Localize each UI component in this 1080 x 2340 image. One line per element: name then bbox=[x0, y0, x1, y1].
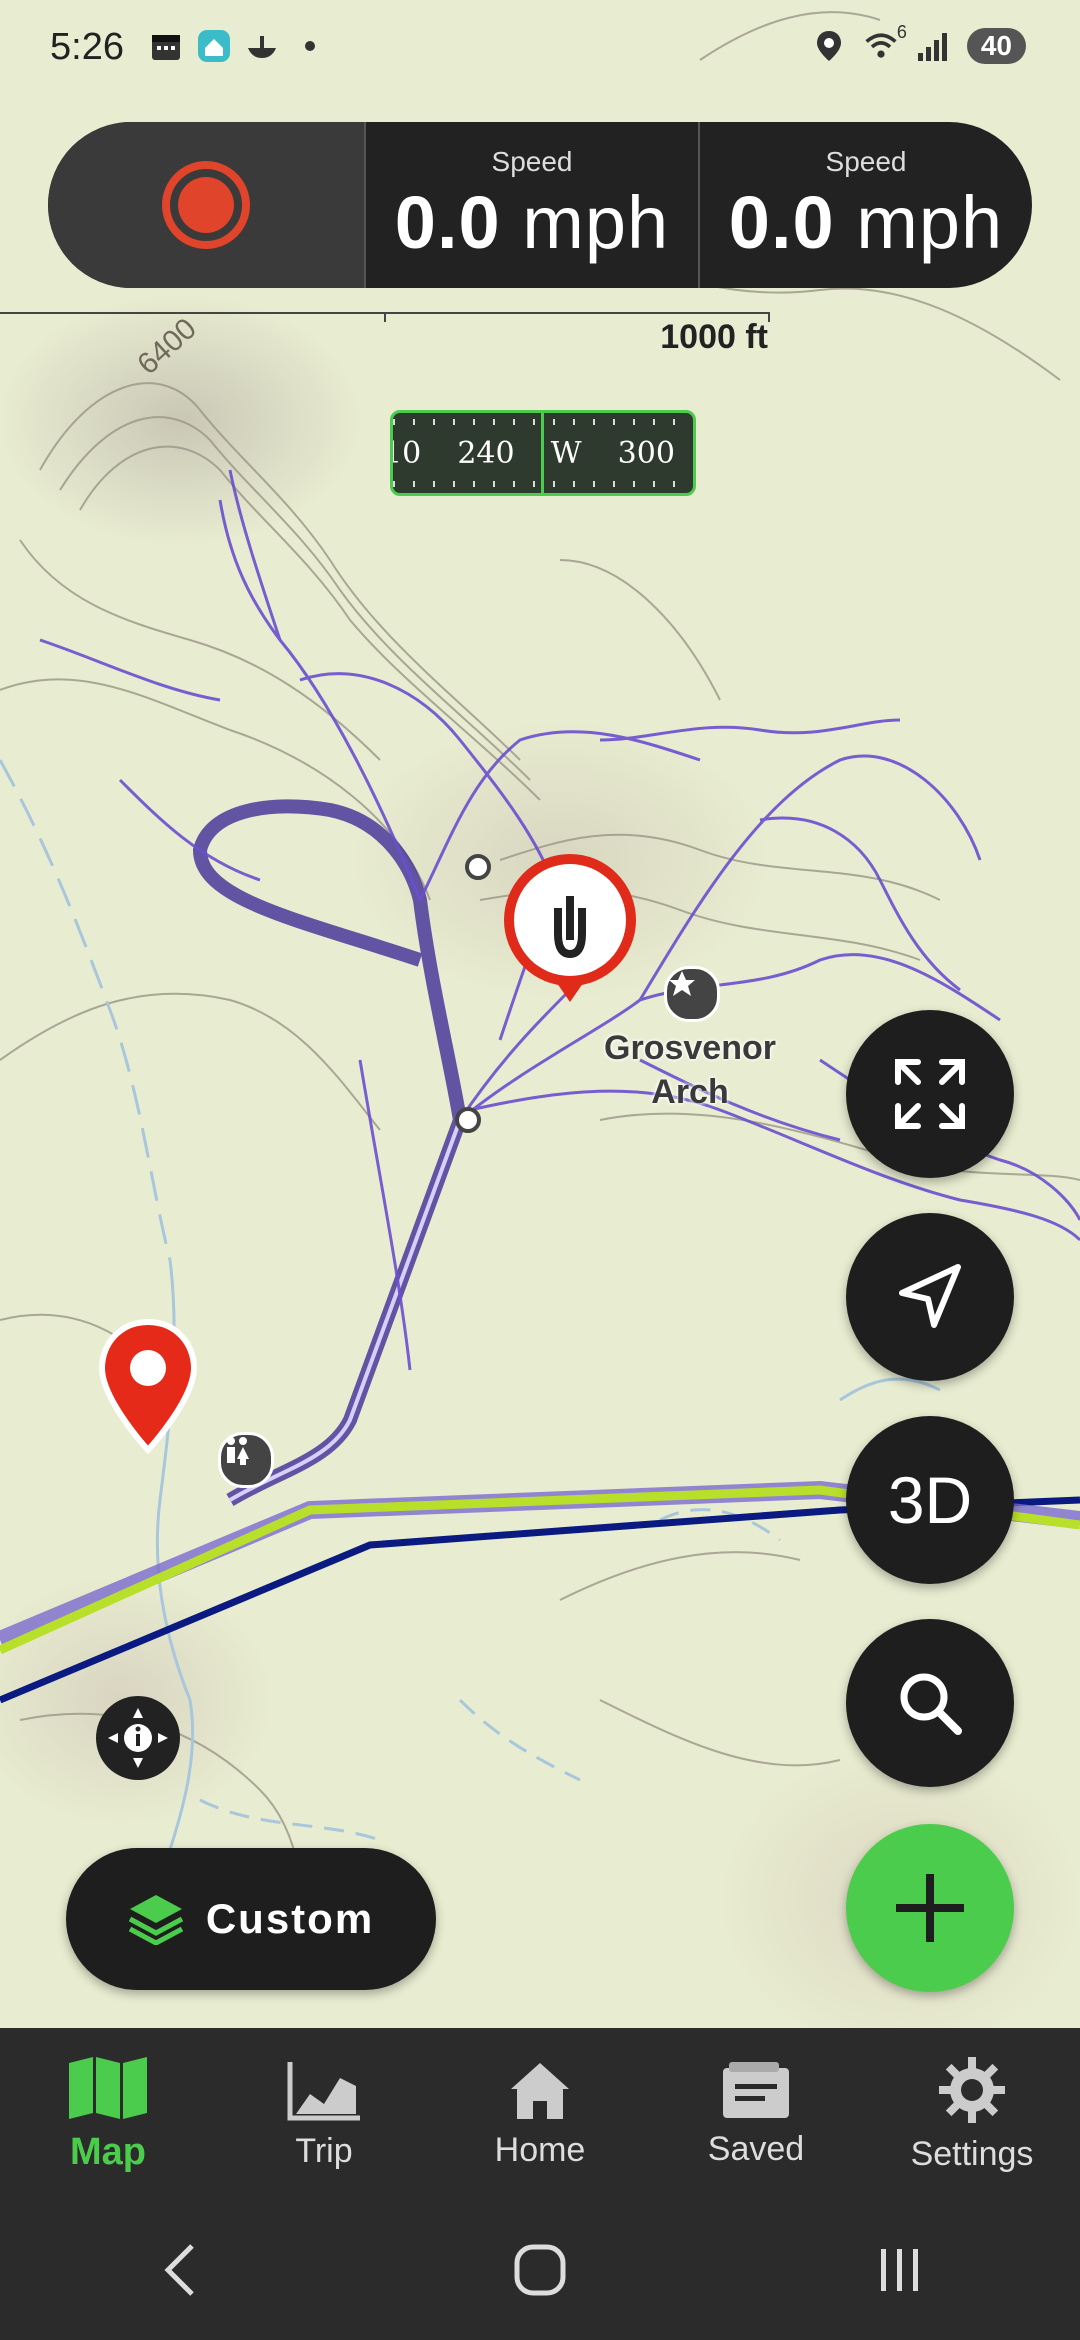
speed-gauge-left[interactable]: Speed 0.0 mph bbox=[364, 122, 698, 288]
dot-icon bbox=[292, 28, 328, 64]
speed-gauge-right[interactable]: Speed 0.0 mph bbox=[698, 122, 1032, 288]
gear-icon bbox=[939, 2056, 1005, 2123]
compass-center-line bbox=[541, 413, 544, 493]
speed-value: 0.0 mph bbox=[395, 180, 669, 265]
dropped-pin-marker[interactable] bbox=[98, 1318, 198, 1458]
bottom-navigation: Map Trip Home Saved Settings bbox=[0, 2028, 1080, 2200]
home-app-icon bbox=[196, 28, 232, 64]
speed-number: 0.0 bbox=[728, 180, 835, 264]
nav-item-saved[interactable]: Saved bbox=[648, 2028, 864, 2200]
nav-label: Settings bbox=[910, 2134, 1034, 2173]
nav-label: Map bbox=[70, 2130, 146, 2173]
track-waypoint-dot[interactable] bbox=[455, 1107, 481, 1133]
speed-unit: mph bbox=[856, 180, 1004, 264]
scale-bar: 1000 ft bbox=[0, 312, 772, 356]
speed-panel: Speed 0.0 mph Speed 0.0 mph bbox=[48, 122, 1032, 288]
home-icon bbox=[511, 2062, 569, 2119]
nav-item-settings[interactable]: Settings bbox=[864, 2028, 1080, 2200]
trailhead-pin-icon bbox=[504, 854, 636, 1002]
restroom-marker[interactable] bbox=[218, 1432, 274, 1488]
search-icon bbox=[900, 1673, 962, 1735]
restroom-icon bbox=[227, 1437, 249, 1465]
system-navigation-bar bbox=[0, 2200, 1080, 2340]
boat-icon bbox=[244, 28, 280, 64]
plus-icon bbox=[896, 1874, 964, 1942]
landmark-star-marker[interactable] bbox=[664, 966, 720, 1022]
scale-tick bbox=[384, 312, 386, 322]
navigation-arrow-icon bbox=[899, 1264, 961, 1328]
compass-heading-label: 240 bbox=[457, 435, 515, 471]
compass-heading-strip[interactable]: 10 240 W 300 bbox=[390, 410, 696, 496]
signal-icon bbox=[915, 28, 951, 64]
chart-icon bbox=[287, 2061, 360, 2120]
nav-label: Home bbox=[494, 2130, 586, 2169]
calendar-icon bbox=[148, 28, 184, 64]
nav-item-home[interactable]: Home bbox=[432, 2028, 648, 2200]
system-icons: 6 40 bbox=[811, 22, 1026, 64]
speed-label: Speed bbox=[491, 145, 573, 177]
poi-marker-trailhead[interactable] bbox=[498, 852, 642, 1020]
record-button[interactable] bbox=[48, 122, 364, 288]
star-icon bbox=[669, 971, 695, 996]
map-icon bbox=[69, 2056, 147, 2119]
layers-icon bbox=[128, 1895, 184, 1945]
navigate-button[interactable] bbox=[846, 1213, 1014, 1381]
poi-label-grosvenor-arch[interactable]: Grosvenor Arch bbox=[580, 1026, 800, 1114]
speed-number: 0.0 bbox=[394, 180, 501, 264]
location-icon bbox=[811, 28, 847, 64]
speed-unit: mph bbox=[522, 180, 670, 264]
map-pin-icon bbox=[98, 1318, 198, 1455]
nav-item-map[interactable]: Map bbox=[0, 2028, 216, 2200]
search-button[interactable] bbox=[846, 1619, 1014, 1787]
compass-heading-label: W bbox=[550, 435, 582, 471]
back-icon bbox=[164, 2244, 194, 2296]
speed-label: Speed bbox=[825, 145, 907, 177]
scale-label: 1000 ft bbox=[660, 318, 768, 356]
back-button[interactable] bbox=[120, 2230, 240, 2310]
nav-label: Trip bbox=[295, 2131, 353, 2170]
battery-indicator: 40 bbox=[966, 28, 1026, 64]
speed-value: 0.0 mph bbox=[729, 180, 1003, 265]
home-circle-icon bbox=[514, 2244, 566, 2296]
compass-heading-label: 10 bbox=[393, 435, 422, 471]
status-time: 5:26 bbox=[50, 26, 124, 68]
three-d-button[interactable]: 3D bbox=[846, 1416, 1014, 1584]
track-main bbox=[192, 799, 468, 1507]
map-info-button[interactable] bbox=[96, 1696, 180, 1780]
map-layer-button[interactable]: Custom bbox=[66, 1848, 436, 1990]
expand-icon bbox=[895, 1059, 965, 1129]
status-bar: 5:26 6 40 bbox=[0, 0, 1080, 100]
home-system-button[interactable] bbox=[480, 2230, 600, 2310]
track-waypoint-dot[interactable] bbox=[465, 854, 491, 880]
wifi-generation-label: 6 bbox=[896, 22, 907, 42]
notification-icons bbox=[148, 28, 328, 64]
add-button[interactable] bbox=[846, 1824, 1014, 1992]
fullscreen-button[interactable] bbox=[846, 1010, 1014, 1178]
record-icon bbox=[162, 161, 250, 249]
info-compass-icon bbox=[108, 1708, 168, 1768]
scale-tick bbox=[768, 312, 770, 322]
folder-icon bbox=[723, 2061, 789, 2118]
recents-icon bbox=[881, 2249, 918, 2291]
wifi-icon: 6 bbox=[863, 22, 907, 64]
nav-label: Saved bbox=[707, 2129, 805, 2168]
recents-button[interactable] bbox=[840, 2230, 960, 2310]
nav-item-trip[interactable]: Trip bbox=[216, 2028, 432, 2200]
compass-heading-label: 300 bbox=[617, 435, 675, 471]
layer-label: Custom bbox=[205, 1895, 375, 1942]
